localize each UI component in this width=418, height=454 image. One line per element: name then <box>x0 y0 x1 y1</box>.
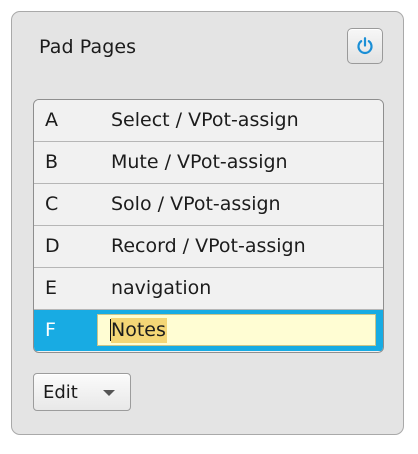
list-item[interactable]: D Record / VPot-assign <box>34 226 383 268</box>
page-name: navigation <box>111 277 212 299</box>
power-icon <box>357 37 373 55</box>
page-letter: A <box>45 109 58 131</box>
page-name: Mute / VPot-assign <box>111 151 288 173</box>
list-item[interactable]: B Mute / VPot-assign <box>34 142 383 184</box>
list-item[interactable]: C Solo / VPot-assign <box>34 184 383 226</box>
list-item[interactable]: A Select / VPot-assign <box>34 100 383 142</box>
edit-label: Edit <box>43 382 78 403</box>
list-item-selected[interactable]: F Notes <box>34 310 383 351</box>
chevron-down-icon <box>103 390 115 396</box>
edit-dropdown-button[interactable]: Edit <box>33 373 131 411</box>
pad-pages-panel: Pad Pages A Select / VPot-assign B Mute … <box>11 11 404 435</box>
page-letter: B <box>45 151 59 173</box>
power-button[interactable] <box>347 28 383 64</box>
panel-title: Pad Pages <box>39 36 137 58</box>
page-letter: F <box>45 319 56 341</box>
page-letter: D <box>45 235 60 257</box>
page-name: Record / VPot-assign <box>111 235 306 257</box>
page-name: Solo / VPot-assign <box>111 193 281 215</box>
page-letter: C <box>45 193 59 215</box>
page-letter: E <box>45 277 58 299</box>
page-name: Select / VPot-assign <box>111 109 299 131</box>
list-item[interactable]: E navigation <box>34 268 383 310</box>
page-name-edit-field[interactable]: Notes <box>97 314 376 346</box>
pad-pages-list: A Select / VPot-assign B Mute / VPot-ass… <box>33 99 384 353</box>
selected-text: Notes <box>111 317 167 343</box>
